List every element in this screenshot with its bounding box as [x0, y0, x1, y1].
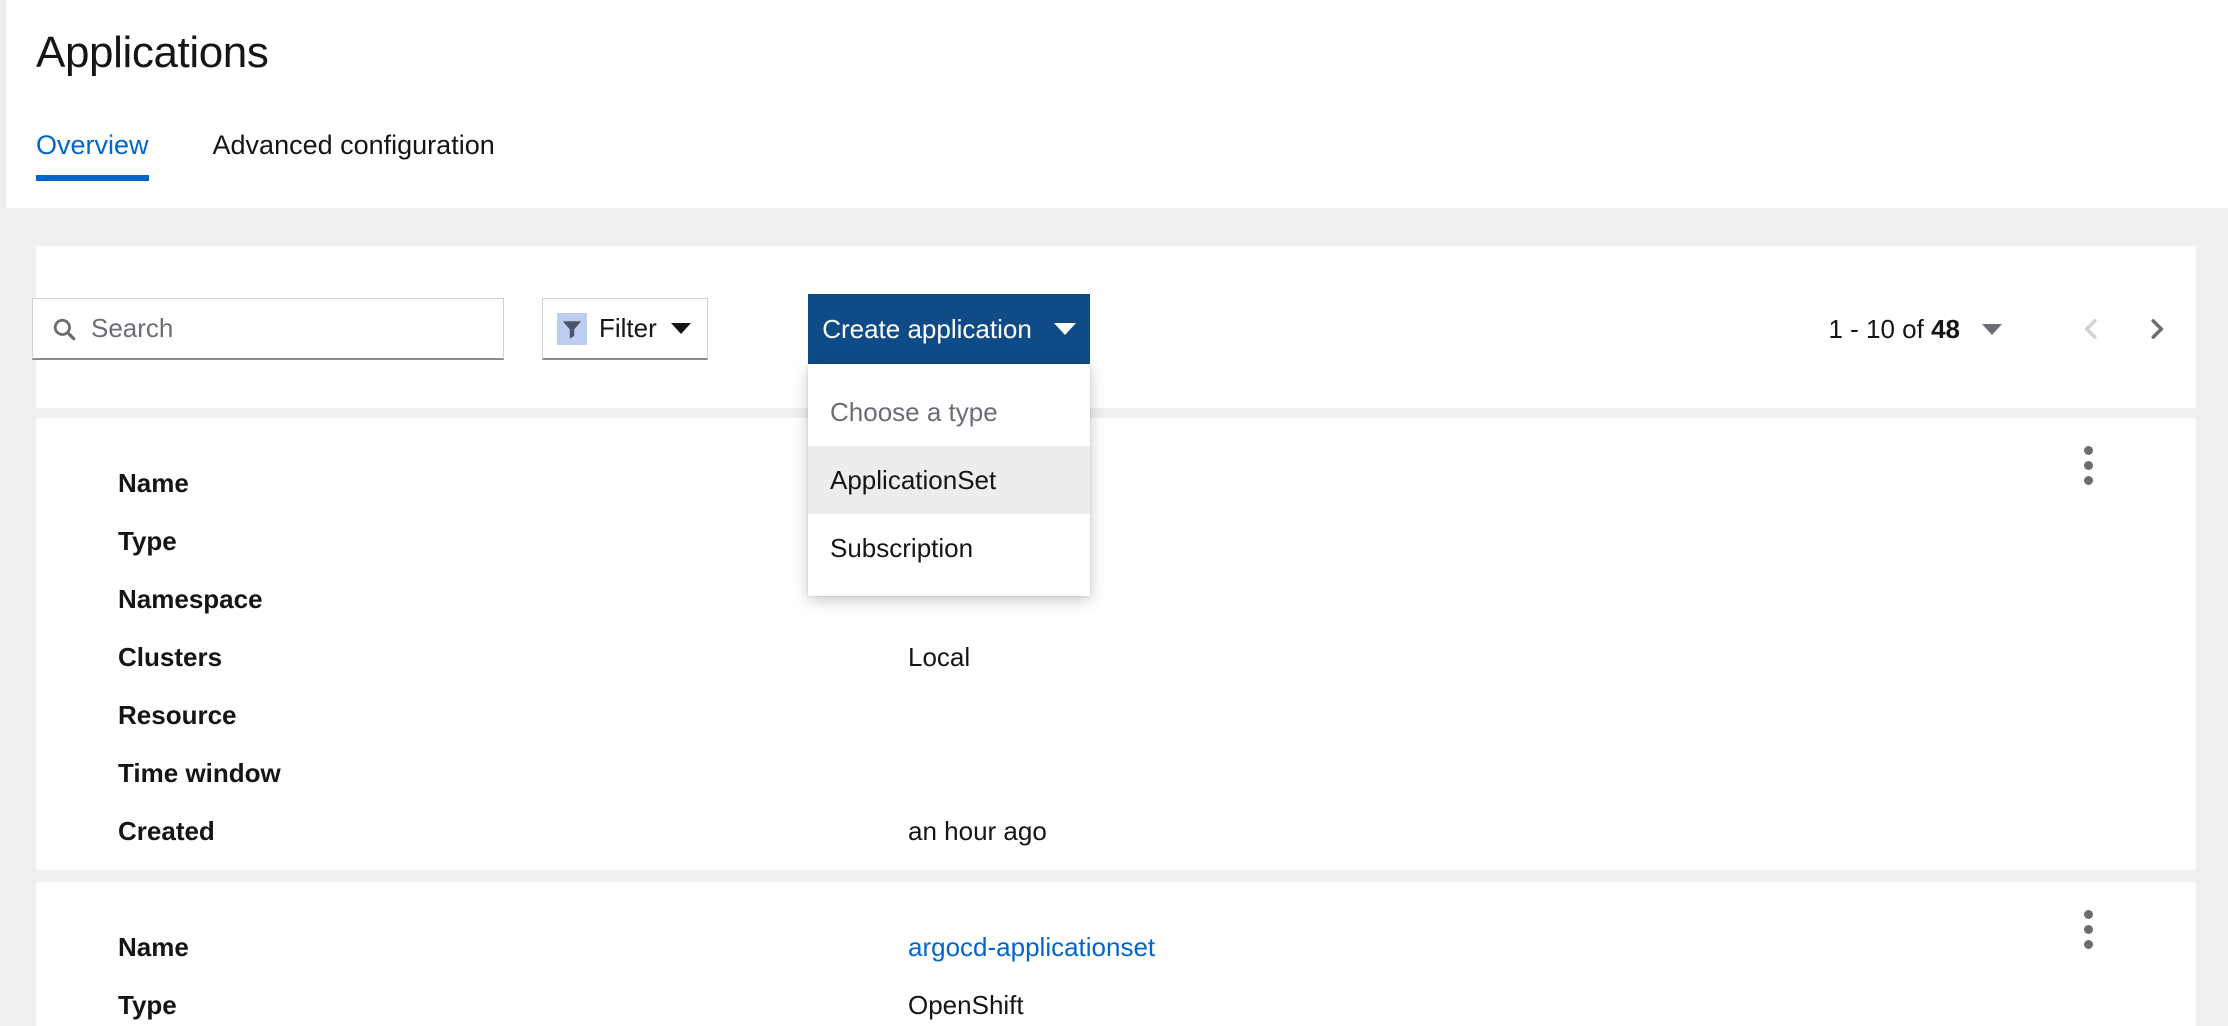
application-row-1[interactable]: Name Type Namespace Clusters Local Resou… [36, 418, 2196, 870]
filter-label: Filter [599, 313, 657, 343]
field-label-clusters: Clusters [118, 641, 223, 672]
chevron-left-icon [2084, 319, 2097, 339]
field-value-clusters: Local [908, 641, 971, 672]
menu-item-applicationset[interactable]: ApplicationSet [808, 446, 1090, 514]
chevron-down-icon [670, 323, 691, 334]
filter-dropdown[interactable]: Filter [542, 298, 708, 360]
field-row: Resource [36, 686, 2196, 744]
field-row: Namespace [36, 570, 2196, 628]
field-label-name: Name [118, 931, 189, 962]
pagination-range: 1 - 10 of [1828, 313, 1932, 344]
chevron-right-icon [2151, 319, 2164, 339]
page-title: Applications [36, 28, 269, 77]
page-header: Applications Overview Advanced configura… [0, 0, 2228, 208]
tab-bar: Overview Advanced configuration [36, 132, 523, 208]
field-label-type: Type [118, 525, 177, 556]
filter-icon [557, 312, 587, 345]
field-value-created: an hour ago [908, 815, 1047, 846]
tab-overview-label: Overview [36, 130, 149, 160]
field-value-type: OpenShift [908, 989, 1024, 1020]
search-field[interactable] [32, 298, 504, 360]
pagination: 1 - 10 of 48 [1828, 298, 2190, 360]
field-row: Name [36, 454, 2196, 512]
create-application-menu: Choose a type ApplicationSet Subscriptio… [808, 364, 1090, 596]
create-application-button[interactable]: Create application [808, 294, 1090, 364]
tab-advanced-configuration-label: Advanced configuration [212, 130, 495, 160]
tab-overview[interactable]: Overview [36, 132, 177, 181]
field-label-resource: Resource [118, 699, 237, 730]
pagination-next-button[interactable] [2124, 298, 2190, 360]
pagination-previous-button[interactable] [2058, 298, 2124, 360]
pagination-total: 48 [1931, 313, 1960, 344]
field-label-name: Name [118, 467, 189, 498]
field-row: Type OpenShift [36, 976, 2196, 1026]
field-row: Name argocd-applicationset [36, 918, 2196, 976]
search-icon [53, 318, 76, 340]
field-label-namespace: Namespace [118, 583, 263, 614]
field-label-created: Created [118, 815, 215, 846]
create-application-label: Create application [822, 313, 1032, 344]
field-label-time-window: Time window [118, 757, 281, 788]
chevron-down-icon [1053, 323, 1076, 335]
field-row: Time window [36, 744, 2196, 802]
field-row: Created an hour ago [36, 802, 2196, 860]
field-row: Clusters Local [36, 628, 2196, 686]
menu-header-choose-a-type: Choose a type [830, 396, 998, 427]
field-row: Type [36, 512, 2196, 570]
menu-item-subscription[interactable]: Subscription [808, 514, 1090, 582]
pagination-per-page-chevron-down-icon[interactable] [1982, 323, 2002, 335]
field-value-name-link[interactable]: argocd-applicationset [908, 932, 1155, 963]
search-input[interactable] [91, 313, 471, 344]
pagination-summary: 1 - 10 of 48 [1828, 314, 1960, 345]
application-row-2[interactable]: Name argocd-applicationset Type OpenShif… [36, 882, 2196, 1026]
tab-advanced-configuration[interactable]: Advanced configuration [213, 132, 523, 181]
field-label-type: Type [118, 989, 177, 1020]
applications-page: Applications Overview Advanced configura… [0, 0, 2228, 1026]
